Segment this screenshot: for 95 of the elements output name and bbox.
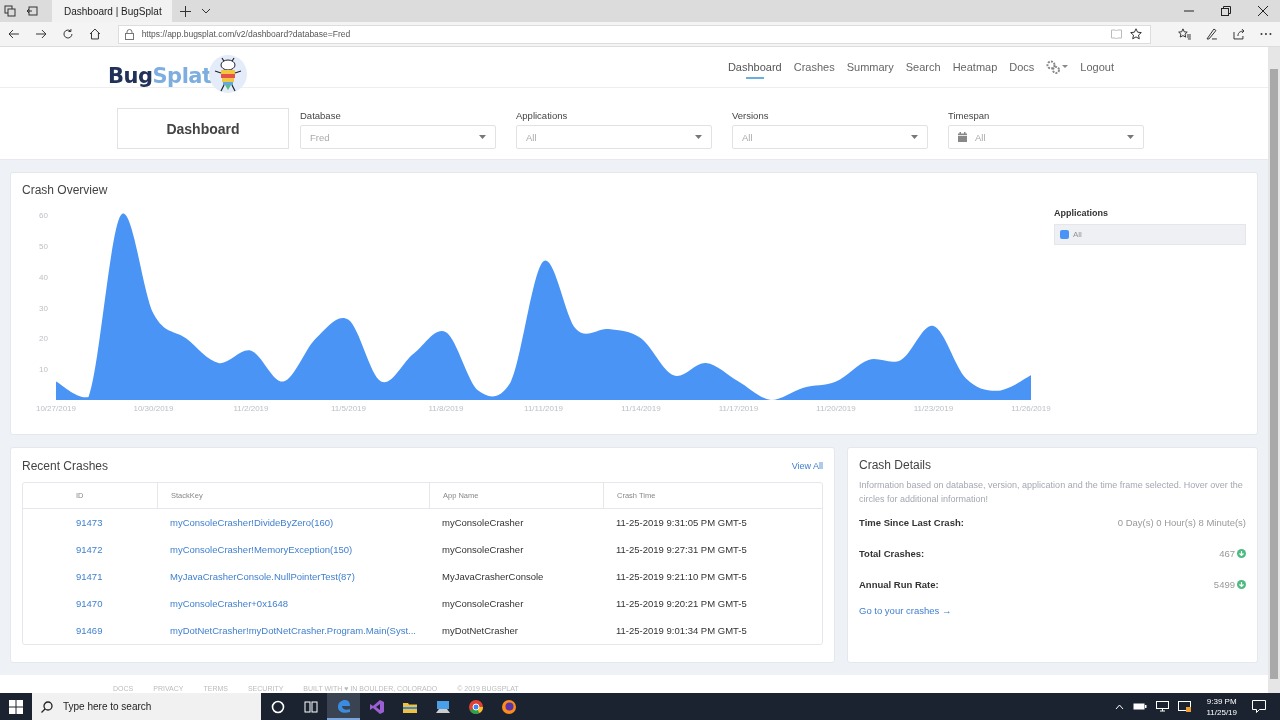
filter-dropdown[interactable]: Fred: [300, 125, 496, 149]
new-tab-icon[interactable]: [180, 5, 191, 17]
x-tick-label: 10/27/2019: [36, 404, 76, 413]
battery-icon[interactable]: [1133, 702, 1148, 711]
go-to-crashes-link[interactable]: Go to your crashes →: [859, 605, 952, 616]
x-tick-label: 11/20/2019: [816, 404, 856, 413]
crash-id-link[interactable]: 91473: [76, 517, 103, 528]
nav-link[interactable]: Search: [905, 57, 941, 77]
chevron-up-icon[interactable]: [1115, 703, 1125, 710]
view-all-link[interactable]: View All: [791, 461, 823, 471]
stat-label: Annual Run Rate:: [859, 579, 939, 590]
table-cell: 11-25-2019 9:01:34 PM GMT-5: [616, 625, 747, 636]
calendar-icon: [958, 132, 967, 142]
refresh-icon[interactable]: [61, 28, 74, 40]
x-tick-label: 11/8/2019: [428, 404, 464, 413]
filter-dropdown[interactable]: All: [516, 125, 712, 149]
filter-label: Database: [300, 110, 342, 121]
home-icon[interactable]: [88, 28, 101, 40]
x-tick-label: 11/5/2019: [331, 404, 366, 413]
card-title: Recent Crashes: [22, 459, 109, 473]
y-tick-label: 10: [39, 365, 48, 375]
crash-id-link[interactable]: 91471: [76, 571, 103, 582]
x-tick-label: 11/26/2019: [1011, 404, 1051, 413]
browser-tab[interactable]: Dashboard | BugSplat: [52, 0, 172, 22]
x-tick-label: 11/11/2019: [524, 404, 563, 413]
bugsplat-logo[interactable]: BugSplat: [108, 64, 212, 88]
caret-icon: [1127, 135, 1134, 139]
caret-icon: [479, 135, 486, 139]
edge-browser-icon[interactable]: [327, 693, 360, 720]
share-icon[interactable]: [1233, 28, 1246, 40]
x-tick-label: 11/23/2019: [913, 404, 954, 413]
stack-key-link[interactable]: myConsoleCrasher!DivideByZero(160): [170, 517, 334, 528]
lock-icon: [124, 28, 134, 40]
favorites-icon[interactable]: [1178, 28, 1192, 40]
table-cell: myConsoleCrasher: [442, 517, 524, 528]
crash-id-link[interactable]: 91469: [76, 625, 103, 636]
table-cell: MyJavaCrasherConsole: [442, 571, 544, 582]
crash-id-link[interactable]: 91470: [76, 598, 103, 609]
table-cell: myDotNetCrasher: [442, 625, 519, 636]
legend-item[interactable]: All: [1054, 224, 1246, 245]
more-icon[interactable]: [1260, 32, 1272, 36]
settings-icon[interactable]: [1046, 60, 1069, 74]
table-cell: 11-25-2019 9:27:31 PM GMT-5: [616, 544, 747, 555]
chevron-down-icon[interactable]: [201, 8, 211, 14]
caret-icon: [695, 135, 702, 139]
restore-icon[interactable]: [1221, 6, 1231, 16]
y-tick-label: 50: [39, 241, 48, 251]
stack-key-link[interactable]: myConsoleCrasher+0x1648: [170, 598, 289, 609]
card-title: Crash Overview: [22, 183, 109, 197]
x-tick-label: 11/14/2019: [621, 404, 661, 413]
forward-icon[interactable]: [34, 28, 47, 40]
back-icon[interactable]: [8, 28, 20, 40]
close-icon[interactable]: [1258, 6, 1268, 16]
filter-label: Versions: [732, 110, 770, 121]
filter-label: Applications: [516, 110, 569, 121]
stat-label: Total Crashes:: [859, 548, 925, 559]
star-icon[interactable]: [1130, 28, 1143, 40]
taskbar-clock[interactable]: 9:39 PM 11/25/19: [1206, 695, 1237, 718]
filter-dropdown[interactable]: All: [948, 125, 1144, 149]
scrollbar[interactable]: [1268, 47, 1280, 693]
crash-id-link[interactable]: 91472: [76, 544, 103, 555]
search-icon: [41, 700, 53, 713]
address-field[interactable]: https://app.bugsplat.com/v2/dashboard?database=Fred: [117, 24, 1152, 44]
table-cell: 11-25-2019 9:31:05 PM GMT-5: [616, 517, 747, 528]
nav-link[interactable]: Docs: [1009, 57, 1035, 77]
nav-link[interactable]: Crashes: [793, 57, 835, 77]
y-tick-label: 60: [39, 211, 48, 220]
x-tick-label: 11/17/2019: [718, 404, 759, 413]
table-cell: 11-25-2019 9:20:21 PM GMT-5: [616, 598, 747, 609]
caret-icon: [911, 135, 918, 139]
filter-dropdown[interactable]: All: [732, 125, 928, 149]
stack-key-link[interactable]: MyJavaCrasherConsole.NullPointerTest(87): [170, 571, 355, 582]
filter-label: Timespan: [948, 110, 991, 121]
card-title: Crash Details: [859, 458, 933, 472]
pen-icon[interactable]: [1206, 28, 1219, 40]
taskbar-search-field[interactable]: Type here to search: [32, 693, 261, 720]
x-tick-label: 11/2/2019: [233, 404, 269, 413]
table-cell: myConsoleCrasher: [442, 544, 524, 555]
logout-link[interactable]: Logout: [1080, 57, 1114, 77]
stack-key-link[interactable]: myDotNetCrasher!myDotNetCrasher.Program.Main(Syst...: [170, 625, 416, 636]
page-title: Dashboard: [117, 108, 289, 149]
legend-title: Applications: [1054, 208, 1109, 218]
nav-link[interactable]: Heatmap: [952, 57, 998, 77]
stat-value: 467: [1219, 548, 1235, 559]
nav-link[interactable]: Summary: [846, 57, 894, 77]
stat-label: Time Since Last Crash:: [859, 517, 964, 528]
stack-key-link[interactable]: myConsoleCrasher!MemoryException(150): [170, 544, 353, 555]
stat-value: 0 Day(s) 0 Hour(s) 8 Minute(s): [1117, 517, 1246, 528]
table-cell: myConsoleCrasher: [442, 598, 524, 609]
nav-link[interactable]: Dashboard: [727, 57, 782, 77]
table-cell: 11-25-2019 9:21:10 PM GMT-5: [616, 571, 747, 582]
stat-value: 5499: [1213, 579, 1235, 590]
description-text: Information based on database, version, application and the time frame selected. Hover over the circles for additional information!: [859, 479, 1244, 506]
display-icon[interactable]: [1178, 701, 1192, 712]
notifications-icon[interactable]: [1252, 700, 1266, 713]
